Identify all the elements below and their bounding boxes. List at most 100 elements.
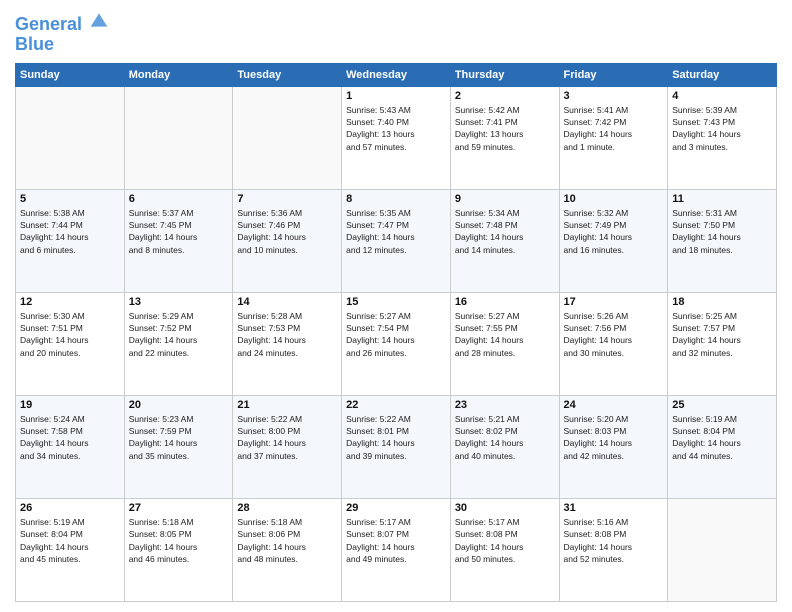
calendar-cell: 27Sunrise: 5:18 AM Sunset: 8:05 PM Dayli…	[124, 498, 233, 601]
day-number: 3	[564, 90, 664, 102]
calendar-week-2: 5Sunrise: 5:38 AM Sunset: 7:44 PM Daylig…	[16, 189, 777, 292]
calendar-week-4: 19Sunrise: 5:24 AM Sunset: 7:58 PM Dayli…	[16, 395, 777, 498]
day-number: 7	[237, 193, 337, 205]
calendar-cell: 6 Sunrise: 5:37 AM Sunset: 7:45 PM Daylig…	[124, 189, 233, 292]
calendar-cell: 29Sunrise: 5:17 AM Sunset: 8:07 PM Dayli…	[342, 498, 451, 601]
day-info: Sunrise: 5:24 AM Sunset: 7:58 PM Dayligh…	[20, 413, 120, 462]
header: General Blue	[15, 10, 777, 55]
day-number: 17	[564, 296, 664, 308]
day-number: 9	[455, 193, 555, 205]
day-info: Sunrise: 5:30 AM Sunset: 7:51 PM Dayligh…	[20, 310, 120, 359]
day-number: 12	[20, 296, 120, 308]
calendar-week-5: 26Sunrise: 5:19 AM Sunset: 8:04 PM Dayli…	[16, 498, 777, 601]
calendar-cell: 11Sunrise: 5:31 AM Sunset: 7:50 PM Dayli…	[668, 189, 777, 292]
calendar-cell: 2 Sunrise: 5:42 AM Sunset: 7:41 PM Daylig…	[450, 86, 559, 189]
calendar-cell: 28 Sunrise: 5:18 AM Sunset: 8:06 PM Dayli…	[233, 498, 342, 601]
calendar-cell: 19Sunrise: 5:24 AM Sunset: 7:58 PM Dayli…	[16, 395, 125, 498]
calendar-cell: 5Sunrise: 5:38 AM Sunset: 7:44 PM Daylig…	[16, 189, 125, 292]
day-info: Sunrise: 5:32 AM Sunset: 7:49 PM Dayligh…	[564, 207, 664, 256]
day-number: 10	[564, 193, 664, 205]
day-number: 16	[455, 296, 555, 308]
day-info: Sunrise: 5:23 AM Sunset: 7:59 PM Dayligh…	[129, 413, 229, 462]
calendar-cell: 15 Sunrise: 5:27 AM Sunset: 7:54 PM Dayli…	[342, 292, 451, 395]
calendar-header-saturday: Saturday	[668, 63, 777, 86]
day-info: Sunrise: 5:18 AM Sunset: 8:05 PM Dayligh…	[129, 516, 229, 565]
day-info: Sunrise: 5:17 AM Sunset: 8:07 PM Dayligh…	[346, 516, 446, 565]
day-number: 4	[672, 90, 772, 102]
calendar-header-sunday: Sunday	[16, 63, 125, 86]
logo: General Blue	[15, 10, 109, 55]
calendar-cell: 16Sunrise: 5:27 AM Sunset: 7:55 PM Dayli…	[450, 292, 559, 395]
day-number: 13	[129, 296, 229, 308]
day-info: Sunrise: 5:25 AM Sunset: 7:57 PM Dayligh…	[672, 310, 772, 359]
calendar-cell: 30 Sunrise: 5:17 AM Sunset: 8:08 PM Dayli…	[450, 498, 559, 601]
day-number: 22	[346, 399, 446, 411]
day-info: Sunrise: 5:18 AM Sunset: 8:06 PM Dayligh…	[237, 516, 337, 565]
calendar-cell: 14 Sunrise: 5:28 AM Sunset: 7:53 PM Dayli…	[233, 292, 342, 395]
logo-general: General	[15, 14, 82, 34]
day-info: Sunrise: 5:27 AM Sunset: 7:54 PM Dayligh…	[346, 310, 446, 359]
day-info: Sunrise: 5:39 AM Sunset: 7:43 PM Dayligh…	[672, 104, 772, 153]
day-info: Sunrise: 5:26 AM Sunset: 7:56 PM Dayligh…	[564, 310, 664, 359]
calendar-cell: 12 Sunrise: 5:30 AM Sunset: 7:51 PM Dayli…	[16, 292, 125, 395]
day-info: Sunrise: 5:34 AM Sunset: 7:48 PM Dayligh…	[455, 207, 555, 256]
calendar-cell: 1Sunrise: 5:43 AM Sunset: 7:40 PM Daylig…	[342, 86, 451, 189]
day-number: 21	[237, 399, 337, 411]
calendar-cell: 18Sunrise: 5:25 AM Sunset: 7:57 PM Dayli…	[668, 292, 777, 395]
calendar-header-row: SundayMondayTuesdayWednesdayThursdayFrid…	[16, 63, 777, 86]
day-number: 20	[129, 399, 229, 411]
day-number: 28	[237, 502, 337, 514]
calendar-table: SundayMondayTuesdayWednesdayThursdayFrid…	[15, 63, 777, 602]
day-number: 23	[455, 399, 555, 411]
day-info: Sunrise: 5:17 AM Sunset: 8:08 PM Dayligh…	[455, 516, 555, 565]
day-info: Sunrise: 5:41 AM Sunset: 7:42 PM Dayligh…	[564, 104, 664, 153]
calendar-cell: 22Sunrise: 5:22 AM Sunset: 8:01 PM Dayli…	[342, 395, 451, 498]
calendar-cell	[16, 86, 125, 189]
logo-icon	[89, 10, 109, 30]
day-info: Sunrise: 5:22 AM Sunset: 8:00 PM Dayligh…	[237, 413, 337, 462]
day-info: Sunrise: 5:20 AM Sunset: 8:03 PM Dayligh…	[564, 413, 664, 462]
day-number: 6	[129, 193, 229, 205]
day-number: 5	[20, 193, 120, 205]
calendar-cell: 3 Sunrise: 5:41 AM Sunset: 7:42 PM Daylig…	[559, 86, 668, 189]
day-info: Sunrise: 5:37 AM Sunset: 7:45 PM Dayligh…	[129, 207, 229, 256]
day-info: Sunrise: 5:35 AM Sunset: 7:47 PM Dayligh…	[346, 207, 446, 256]
day-number: 1	[346, 90, 446, 102]
calendar-header-thursday: Thursday	[450, 63, 559, 86]
calendar-header-monday: Monday	[124, 63, 233, 86]
calendar-cell: 17 Sunrise: 5:26 AM Sunset: 7:56 PM Dayli…	[559, 292, 668, 395]
day-info: Sunrise: 5:31 AM Sunset: 7:50 PM Dayligh…	[672, 207, 772, 256]
calendar-cell: 24 Sunrise: 5:20 AM Sunset: 8:03 PM Dayli…	[559, 395, 668, 498]
calendar-cell: 4 Sunrise: 5:39 AM Sunset: 7:43 PM Daylig…	[668, 86, 777, 189]
day-info: Sunrise: 5:28 AM Sunset: 7:53 PM Dayligh…	[237, 310, 337, 359]
calendar-header-friday: Friday	[559, 63, 668, 86]
calendar-cell: 26Sunrise: 5:19 AM Sunset: 8:04 PM Dayli…	[16, 498, 125, 601]
calendar-cell	[124, 86, 233, 189]
calendar-cell: 8 Sunrise: 5:35 AM Sunset: 7:47 PM Daylig…	[342, 189, 451, 292]
calendar-cell	[668, 498, 777, 601]
logo-blue: Blue	[15, 35, 109, 55]
day-info: Sunrise: 5:19 AM Sunset: 8:04 PM Dayligh…	[20, 516, 120, 565]
page: General Blue SundayMondayTuesdayWednesda…	[0, 0, 792, 612]
day-number: 30	[455, 502, 555, 514]
day-number: 15	[346, 296, 446, 308]
day-info: Sunrise: 5:29 AM Sunset: 7:52 PM Dayligh…	[129, 310, 229, 359]
calendar-cell: 20 Sunrise: 5:23 AM Sunset: 7:59 PM Dayli…	[124, 395, 233, 498]
calendar-cell: 25Sunrise: 5:19 AM Sunset: 8:04 PM Dayli…	[668, 395, 777, 498]
calendar-week-3: 12 Sunrise: 5:30 AM Sunset: 7:51 PM Dayli…	[16, 292, 777, 395]
day-info: Sunrise: 5:21 AM Sunset: 8:02 PM Dayligh…	[455, 413, 555, 462]
day-info: Sunrise: 5:42 AM Sunset: 7:41 PM Dayligh…	[455, 104, 555, 153]
day-number: 2	[455, 90, 555, 102]
day-info: Sunrise: 5:19 AM Sunset: 8:04 PM Dayligh…	[672, 413, 772, 462]
calendar-cell: 9 Sunrise: 5:34 AM Sunset: 7:48 PM Daylig…	[450, 189, 559, 292]
day-number: 31	[564, 502, 664, 514]
calendar-week-1: 1Sunrise: 5:43 AM Sunset: 7:40 PM Daylig…	[16, 86, 777, 189]
day-number: 24	[564, 399, 664, 411]
calendar-cell: 21 Sunrise: 5:22 AM Sunset: 8:00 PM Dayli…	[233, 395, 342, 498]
day-info: Sunrise: 5:16 AM Sunset: 8:08 PM Dayligh…	[564, 516, 664, 565]
calendar-cell: 10 Sunrise: 5:32 AM Sunset: 7:49 PM Dayli…	[559, 189, 668, 292]
logo-text: General	[15, 10, 109, 35]
day-number: 14	[237, 296, 337, 308]
day-number: 8	[346, 193, 446, 205]
day-info: Sunrise: 5:36 AM Sunset: 7:46 PM Dayligh…	[237, 207, 337, 256]
